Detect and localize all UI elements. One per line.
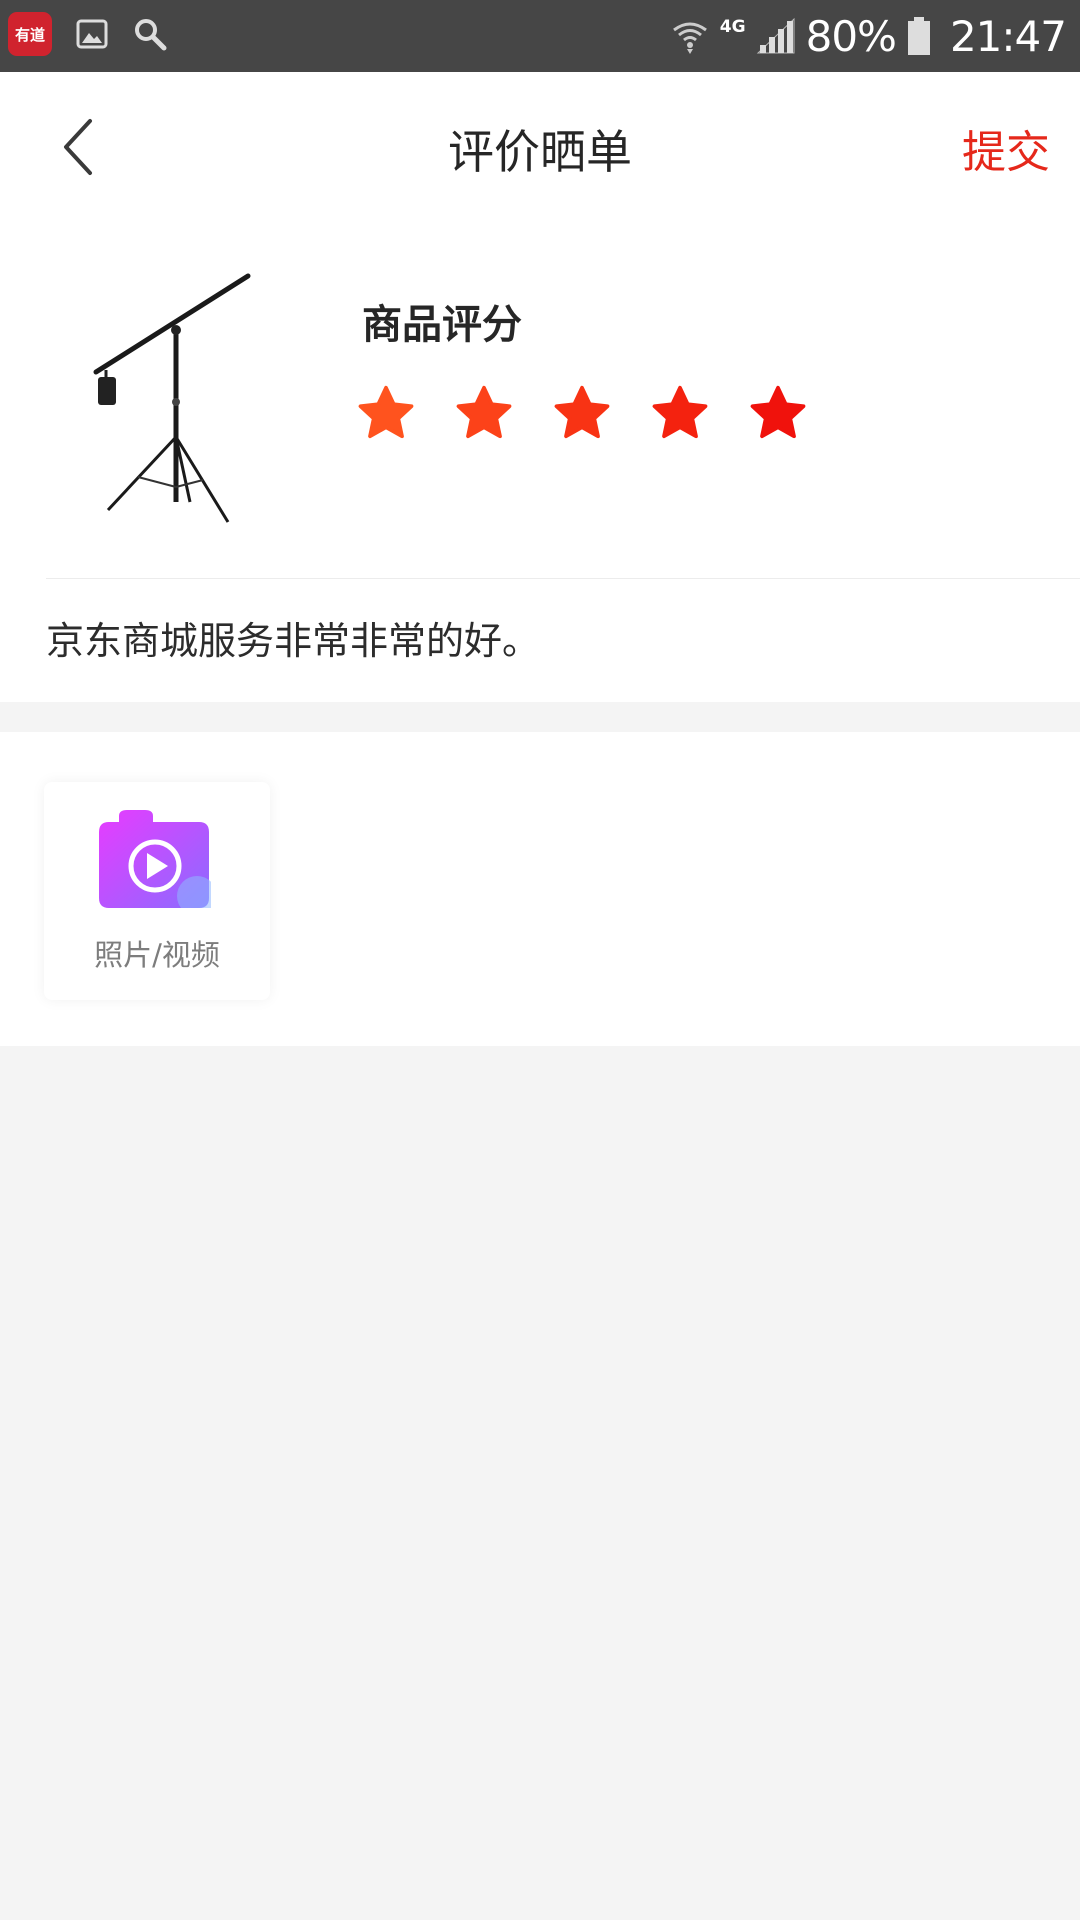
signal-icon — [756, 17, 795, 54]
youdao-app-icon: 有道 — [8, 12, 52, 56]
review-text-field[interactable]: 京东商城服务非常非常的好。 — [46, 610, 540, 665]
add-photo-video-button[interactable]: 照片/视频 — [44, 782, 270, 1000]
status-bar: 有道 4G 80% 21:47 — [0, 0, 1080, 72]
wifi-icon — [672, 22, 707, 54]
gallery-icon — [74, 16, 110, 52]
product-image-light-stand[interactable] — [78, 262, 278, 532]
divider — [46, 578, 1080, 579]
product-rating-card: 商品评分 京东商城服务非常非常的好。 — [0, 222, 1080, 702]
page-title: 评价晒单 — [448, 125, 632, 179]
star-icon-2[interactable] — [454, 384, 514, 444]
star-icon-3[interactable] — [552, 384, 612, 444]
star-rating[interactable] — [356, 384, 808, 444]
star-icon-5[interactable] — [748, 384, 808, 444]
network-type: 4G — [719, 17, 746, 37]
search-icon — [132, 16, 168, 52]
battery-icon — [907, 17, 930, 55]
rating-title: 商品评分 — [362, 302, 522, 348]
camera-video-icon — [99, 810, 211, 908]
star-icon-4[interactable] — [650, 384, 710, 444]
clock: 21:47 — [949, 11, 1067, 61]
battery-percent: 80% — [805, 11, 897, 61]
media-section: 照片/视频 — [0, 732, 1080, 1046]
submit-button[interactable]: 提交 — [962, 116, 1050, 180]
star-icon-1[interactable] — [356, 384, 416, 444]
upload-label: 照片/视频 — [94, 938, 220, 972]
nav-header: 评价晒单 提交 — [0, 72, 1080, 222]
